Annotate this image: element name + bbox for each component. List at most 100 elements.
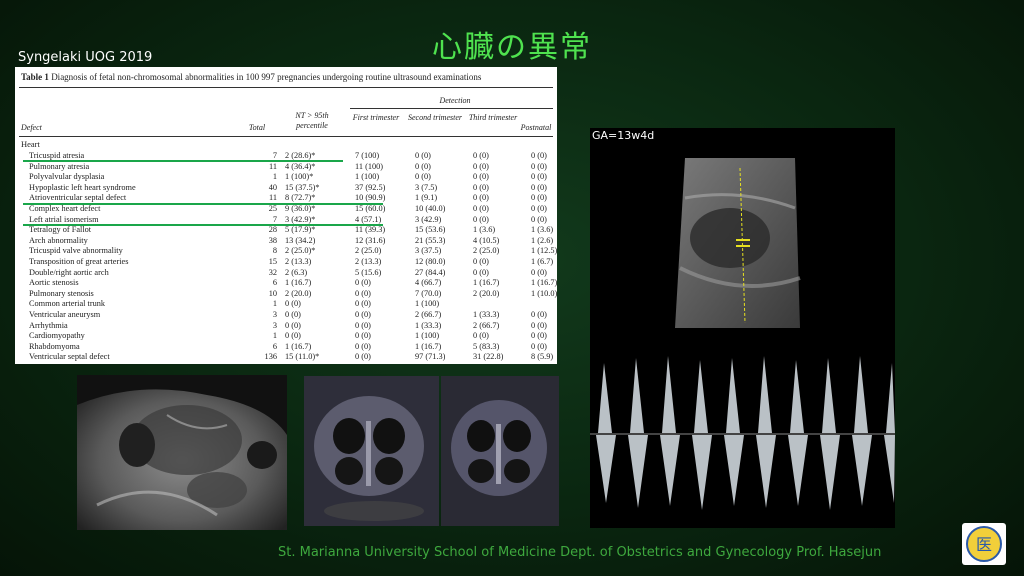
cell-second: 0 (0) xyxy=(415,172,431,182)
cell-nt: 13 (34.2) xyxy=(285,235,316,245)
table-row: Pulmonary stenosis 10 2 (20.0) 0 (0) 7 (70.0… xyxy=(15,288,557,299)
cell-third: 0 (0) xyxy=(473,182,489,192)
cell-second: 2 (66.7) xyxy=(415,310,442,319)
doppler-waveform-image xyxy=(590,338,895,528)
header-nt: NT > 95th percentile xyxy=(295,111,329,130)
cell-third: 1 (3.6) xyxy=(473,225,496,235)
table-header-rule xyxy=(19,136,553,137)
table-row: Arrhythmia 3 0 (0) 0 (0) 1 (33.3) 2 (66.7) 0 (… xyxy=(15,320,557,331)
table-row: Arch abnormality 38 13 (34.2) 12 (31.6) 21 (… xyxy=(15,235,557,246)
header-third: Third trimester xyxy=(468,113,518,122)
slide-title: 心臓の異常 xyxy=(432,30,592,65)
cell-defect: Pulmonary stenosis xyxy=(29,288,94,298)
cell-total: 6 xyxy=(272,278,277,288)
cell-postnatal: 0 (0) xyxy=(531,182,547,192)
header-defect: Defect xyxy=(21,123,42,132)
cell-nt: 2 (25.0)* xyxy=(285,246,316,256)
cell-first: 11 (100) xyxy=(355,161,384,171)
cell-postnatal: 1 (6.7) xyxy=(531,257,554,266)
table-row: Common arterial trunk 1 0 (0) 0 (0) 1 (100) xyxy=(15,298,557,309)
cell-defect: Hypoplastic left heart syndrome xyxy=(29,182,136,192)
gestational-age-label: GA=13w4d xyxy=(592,129,655,142)
cell-first: 2 (25.0) xyxy=(355,246,382,256)
cell-third: 31 (22.8) xyxy=(473,352,504,362)
table-caption-label: Table 1 xyxy=(21,72,49,82)
cell-postnatal: 1 (3.6) xyxy=(531,225,554,235)
cell-third: 2 (66.7) xyxy=(473,320,500,330)
cell-total: 1 xyxy=(272,172,277,182)
cell-first: 5 (15.6) xyxy=(355,267,382,277)
cell-third: 0 (0) xyxy=(473,214,489,224)
cell-second: 4 (66.7) xyxy=(415,278,442,288)
table-row: Aortic stenosis 6 1 (16.7) 0 (0) 4 (66.7) 1 (… xyxy=(15,277,557,288)
cell-defect: Left atrial isomerism xyxy=(29,214,99,224)
cell-nt: 2 (6.3) xyxy=(285,267,308,277)
table-row: Hypoplastic left heart syndrome 40 15 (37.… xyxy=(15,182,557,193)
cell-postnatal: 0 (0) xyxy=(531,320,547,330)
cell-defect: Polyvalvular dysplasia xyxy=(29,172,105,182)
cell-total: 1 xyxy=(272,331,277,341)
cell-second: 10 (40.0) xyxy=(415,204,446,213)
cell-third: 0 (0) xyxy=(473,172,489,182)
cell-first: 0 (0) xyxy=(355,299,371,309)
table-row: Left atrial isomerism 7 3 (42.9)* 4 (57.1) 3… xyxy=(15,214,557,225)
cell-nt: 15 (11.0)* xyxy=(285,352,320,362)
cell-second: 15 (53.6) xyxy=(415,225,446,235)
cell-defect: Tricuspid valve abnormality xyxy=(29,246,123,256)
cell-second: 3 (42.9) xyxy=(415,214,442,224)
cell-total: 1 xyxy=(272,299,277,309)
cell-second: 0 (0) xyxy=(415,151,431,160)
cell-postnatal: 0 (0) xyxy=(531,161,547,171)
university-logo: 医 xyxy=(962,523,1006,565)
cell-nt: 0 (0) xyxy=(285,331,301,341)
cell-total: 3 xyxy=(272,320,277,330)
cell-nt: 0 (0) xyxy=(285,299,301,309)
cell-second: 1 (100) xyxy=(415,331,440,341)
table-top-rule xyxy=(19,87,553,88)
source-citation: Syngelaki UOG 2019 xyxy=(18,50,153,65)
cell-postnatal: 8 (5.9) xyxy=(531,352,554,362)
cell-first: 0 (0) xyxy=(355,278,371,288)
cell-total: 32 xyxy=(268,267,277,277)
table-row: Ventricular septal defect 136 15 (11.0)* 0 … xyxy=(15,351,557,362)
ultrasound-image-heart-1 xyxy=(77,375,287,530)
cell-postnatal: 1 (10.0) xyxy=(531,288,557,298)
cell-total: 15 xyxy=(268,257,277,266)
cell-first: 0 (0) xyxy=(355,310,371,319)
cell-first: 7 (100) xyxy=(355,151,380,160)
cell-nt: 4 (36.4)* xyxy=(285,161,316,171)
table-row: Transposition of great arteries 15 2 (13.3… xyxy=(15,256,557,267)
cell-postnatal: 0 (0) xyxy=(531,151,547,160)
table-row: Pulmonary atresia 11 4 (36.4)* 11 (100) 0 (0… xyxy=(15,161,557,172)
cell-first: 0 (0) xyxy=(355,352,371,362)
cell-nt: 0 (0) xyxy=(285,310,301,319)
footer-affiliation: St. Marianna University School of Medici… xyxy=(278,545,882,560)
cell-defect: Ventricular aneurysm xyxy=(29,310,101,319)
table-row: Polyvalvular dysplasia 1 1 (100)* 1 (100) 0 … xyxy=(15,171,557,182)
header-second: Second trimester xyxy=(408,113,462,122)
cell-third: 0 (0) xyxy=(473,204,489,213)
cell-nt: 0 (0) xyxy=(285,320,301,330)
cell-nt: 2 (20.0) xyxy=(285,288,312,298)
cell-third: 0 (0) xyxy=(473,257,489,266)
cell-first: 2 (13.3) xyxy=(355,257,382,266)
cell-total: 11 xyxy=(269,161,277,171)
cell-defect: Cardiomyopathy xyxy=(29,331,85,341)
table-row: Double/right aortic arch 32 2 (6.3) 5 (15.6… xyxy=(15,267,557,278)
cell-total: 40 xyxy=(268,182,277,192)
cell-second: 12 (80.0) xyxy=(415,257,446,266)
table-row: Atrioventricular septal defect 11 8 (72.7)… xyxy=(15,192,557,203)
cell-first: 0 (0) xyxy=(355,341,371,351)
cell-defect: Pulmonary atresia xyxy=(29,161,90,171)
cell-first: 10 (90.9) xyxy=(355,193,386,203)
ultrasound-image-4chamber-1 xyxy=(304,376,439,526)
cell-postnatal: 0 (0) xyxy=(531,204,547,213)
highlight-line xyxy=(23,203,383,205)
cell-postnatal: 0 (0) xyxy=(531,267,547,277)
table-row: Tricuspid valve abnormality 8 2 (25.0)* 2 (… xyxy=(15,245,557,256)
cell-third: 0 (0) xyxy=(473,151,489,160)
cell-defect: Arch abnormality xyxy=(29,235,88,245)
cell-nt: 8 (72.7)* xyxy=(285,193,316,203)
logo-text: 医 xyxy=(976,535,992,554)
cell-first: 0 (0) xyxy=(355,288,371,298)
